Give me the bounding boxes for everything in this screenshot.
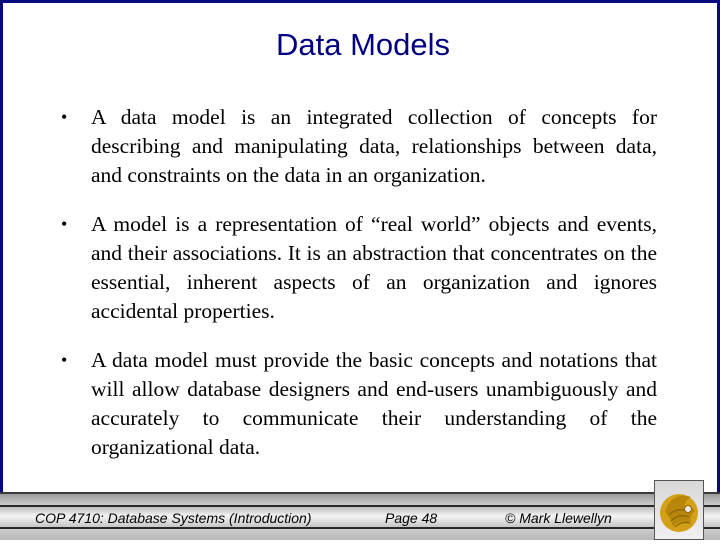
bullet-icon: • <box>61 214 68 234</box>
bullet-icon: • <box>61 107 68 127</box>
footer-page-number: Page 48 <box>385 510 438 526</box>
pegasus-icon <box>660 494 698 532</box>
bullet-item: • A data model is an integrated collecti… <box>61 103 657 190</box>
bullet-text: A data model is an integrated collection… <box>91 105 657 187</box>
slide-footer: COP 4710: Database Systems (Introduction… <box>0 492 720 540</box>
ucf-pegasus-logo-icon <box>654 480 704 540</box>
footer-course: COP 4710: Database Systems (Introduction… <box>35 510 312 526</box>
bullet-text: A data model must provide the basic conc… <box>91 348 657 459</box>
bullet-list: • A data model is an integrated collecti… <box>61 103 657 482</box>
slide-title: Data Models <box>275 27 451 62</box>
footer-band: COP 4710: Database Systems (Introduction… <box>0 505 720 529</box>
bullet-text: A model is a representation of “real wor… <box>91 212 657 323</box>
bullet-item: • A data model must provide the basic co… <box>61 346 657 462</box>
footer-copyright: © Mark Llewellyn <box>505 510 612 526</box>
slide-frame: Data Models • A data model is an integra… <box>0 0 720 493</box>
bullet-icon: • <box>61 350 68 370</box>
bullet-item: • A model is a representation of “real w… <box>61 210 657 326</box>
